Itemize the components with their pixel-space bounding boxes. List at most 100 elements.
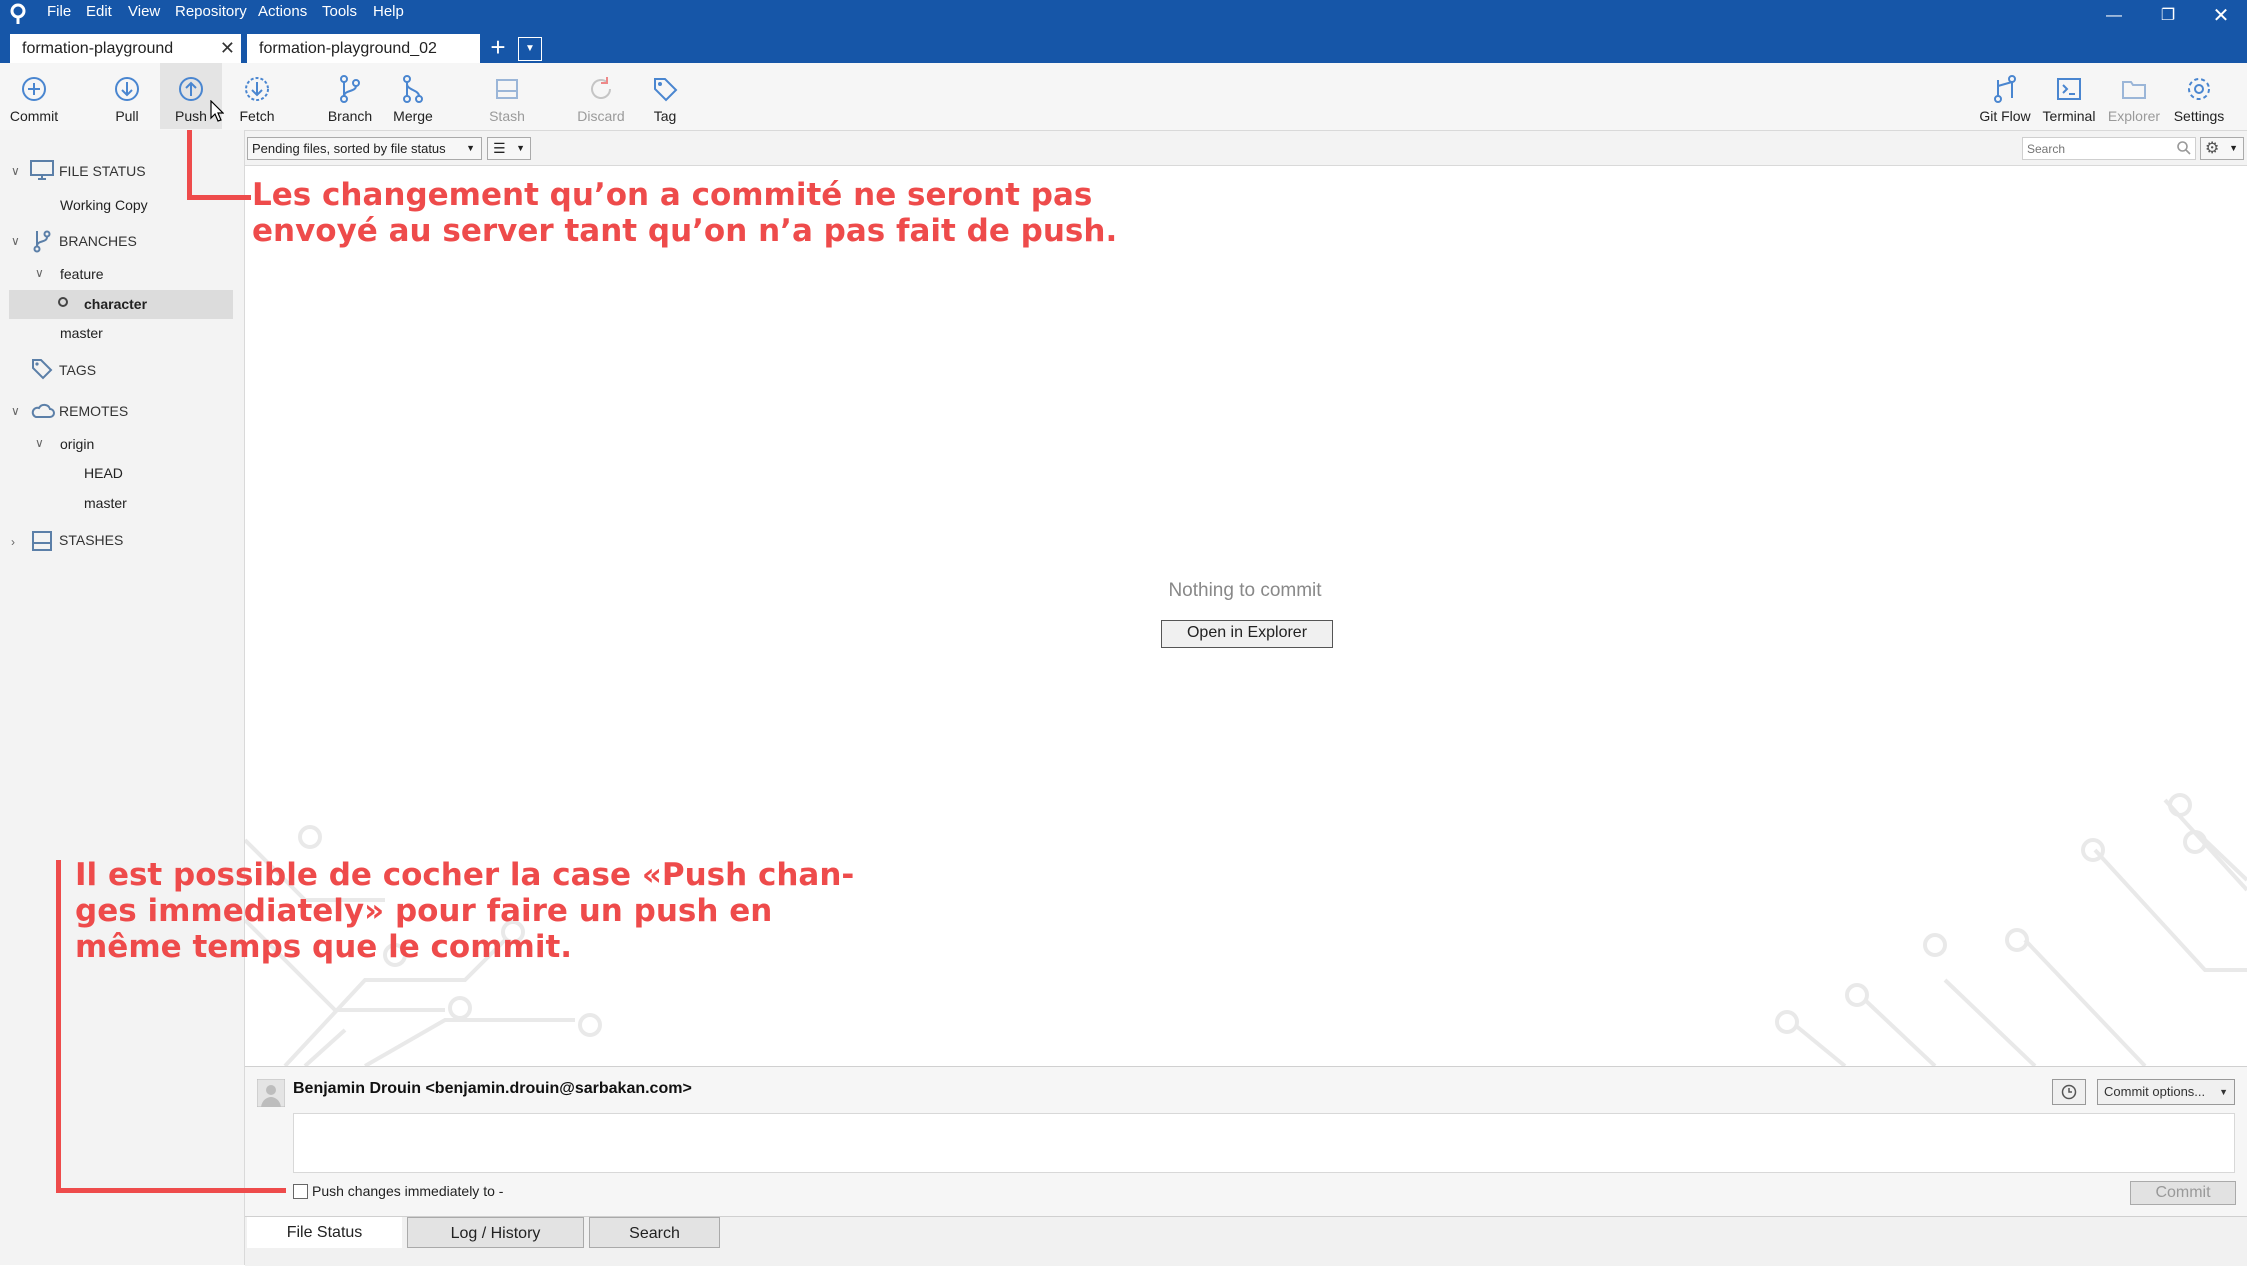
pull-icon	[115, 77, 139, 101]
tag-button[interactable]: Tag	[634, 63, 696, 129]
discard-button[interactable]: Discard	[570, 63, 632, 129]
menu-file[interactable]: File	[47, 0, 71, 24]
chevron-down-icon: ▼	[466, 143, 475, 153]
chevron-down-icon[interactable]: ∨	[11, 404, 20, 418]
current-branch-icon	[58, 297, 68, 307]
clock-icon	[2061, 1084, 2077, 1100]
annotation-connector-bottom	[56, 1188, 286, 1193]
annotation-bottom: Il est possible de cocher la case «Push …	[75, 857, 855, 965]
monitor-icon	[30, 160, 54, 180]
search-input[interactable]	[2022, 137, 2196, 160]
annotation-top: Les changement qu’on a commité ne seront…	[252, 177, 1118, 249]
sidebar-tags[interactable]: TAGS	[59, 358, 96, 382]
gear-icon: ⚙	[2205, 140, 2220, 157]
fetch-icon	[245, 77, 269, 101]
sidebar-item-feature[interactable]: feature	[60, 262, 104, 286]
chevron-down-icon[interactable]: ∨	[11, 234, 20, 248]
app-logo-icon	[9, 3, 27, 25]
filter-options-button[interactable]: ⚙ ▼	[2200, 137, 2244, 160]
merge-button[interactable]: Merge	[382, 63, 444, 129]
pull-button[interactable]: Pull	[96, 63, 158, 129]
empty-state-text: Nothing to commit	[1168, 580, 1322, 601]
branch-button[interactable]: Branch	[319, 63, 381, 129]
chevron-down-icon: ▼	[516, 143, 525, 153]
git-flow-button[interactable]: Git Flow	[1972, 63, 2038, 129]
chevron-down-icon[interactable]: ∨	[35, 266, 44, 280]
close-icon[interactable]: ✕	[2201, 4, 2241, 28]
minimize-icon[interactable]: —	[2094, 4, 2134, 28]
settings-button[interactable]: Settings	[2166, 63, 2232, 129]
view-mode-select[interactable]: ☰ ▼	[487, 137, 531, 160]
commit-message-input[interactable]	[293, 1113, 2235, 1173]
annotation-connector-top	[187, 195, 251, 200]
cloud-icon	[31, 401, 55, 419]
menu-edit[interactable]: Edit	[86, 0, 112, 24]
menu-view[interactable]: View	[128, 0, 160, 24]
commit-author: Benjamin Drouin <benjamin.drouin@sarbaka…	[293, 1080, 692, 1097]
fetch-button[interactable]: Fetch	[226, 63, 288, 129]
folder-icon	[2122, 81, 2146, 99]
branch-icon	[340, 75, 360, 103]
merge-icon	[403, 75, 423, 103]
push-icon	[179, 77, 203, 101]
commit-history-button[interactable]	[2052, 1079, 2086, 1105]
chevron-down-icon: ▼	[2229, 143, 2238, 153]
push-immediately-label: Push changes immediately to -	[312, 1183, 504, 1199]
search-icon	[2176, 140, 2192, 156]
annotation-connector-bottom	[56, 860, 61, 1193]
sidebar-item-master[interactable]: master	[60, 321, 103, 345]
sidebar-item-character[interactable]: character	[84, 292, 147, 316]
chevron-down-icon: ▼	[2219, 1087, 2228, 1097]
explorer-button[interactable]: Explorer	[2101, 63, 2167, 129]
stash-button[interactable]: Stash	[476, 63, 538, 129]
avatar	[256, 1078, 286, 1108]
discard-icon	[591, 77, 611, 99]
filter-bar	[245, 131, 2247, 166]
chevron-right-icon[interactable]: ›	[11, 535, 15, 549]
annotation-connector-top	[187, 130, 192, 200]
menu-actions[interactable]: Actions	[258, 0, 307, 24]
git-flow-icon	[1994, 75, 2016, 103]
terminal-button[interactable]: Terminal	[2036, 63, 2102, 129]
tab-formation-playground-02[interactable]: formation-playground_02	[247, 34, 480, 63]
tab-formation-playground[interactable]: formation-playground ✕	[10, 34, 241, 63]
commit-submit-button[interactable]: Commit	[2130, 1181, 2236, 1205]
terminal-icon	[2057, 78, 2081, 100]
tag-icon	[654, 78, 678, 102]
menu-repository[interactable]: Repository	[175, 0, 247, 24]
sidebar-remotes[interactable]: REMOTES	[59, 399, 128, 423]
tab-label: formation-playground_02	[259, 40, 437, 57]
list-icon: ☰	[493, 140, 506, 156]
tab-dropdown-icon[interactable]: ▼	[518, 37, 542, 61]
sidebar-branches[interactable]: BRANCHES	[59, 229, 137, 253]
tag-icon	[31, 358, 53, 380]
push-immediately-checkbox[interactable]	[293, 1184, 308, 1199]
tab-search[interactable]: Search	[589, 1217, 720, 1248]
stash-icon	[31, 530, 53, 552]
mouse-cursor-icon	[210, 99, 225, 122]
restore-icon[interactable]: ❐	[2148, 4, 2188, 28]
commit-icon	[22, 77, 46, 101]
tab-log-history[interactable]: Log / History	[407, 1217, 584, 1248]
add-tab-icon[interactable]: +	[486, 34, 510, 63]
chevron-down-icon[interactable]: ∨	[35, 436, 44, 450]
commit-button[interactable]: Commit	[0, 63, 68, 129]
open-in-explorer-button[interactable]: Open in Explorer	[1161, 620, 1333, 648]
gear-icon	[2188, 78, 2210, 100]
stash-icon	[496, 79, 518, 99]
tab-close-icon[interactable]: ✕	[220, 34, 235, 63]
commit-options-select[interactable]: Commit options... ▼	[2097, 1079, 2235, 1105]
sidebar-item-origin[interactable]: origin	[60, 432, 94, 456]
sidebar-file-status[interactable]: FILE STATUS	[59, 159, 146, 183]
file-sort-select[interactable]: Pending files, sorted by file status ▼	[247, 137, 482, 160]
tab-label: formation-playground	[22, 40, 174, 57]
branch-icon	[31, 229, 53, 253]
menu-tools[interactable]: Tools	[322, 0, 357, 24]
chevron-down-icon[interactable]: ∨	[11, 164, 20, 178]
tab-file-status[interactable]: File Status	[247, 1217, 402, 1248]
sidebar-item-head[interactable]: HEAD	[84, 461, 123, 485]
menu-help[interactable]: Help	[373, 0, 404, 24]
sidebar-item-origin-master[interactable]: master	[84, 491, 127, 515]
sidebar-stashes[interactable]: STASHES	[59, 528, 123, 552]
sidebar-item-working-copy[interactable]: Working Copy	[60, 193, 148, 217]
